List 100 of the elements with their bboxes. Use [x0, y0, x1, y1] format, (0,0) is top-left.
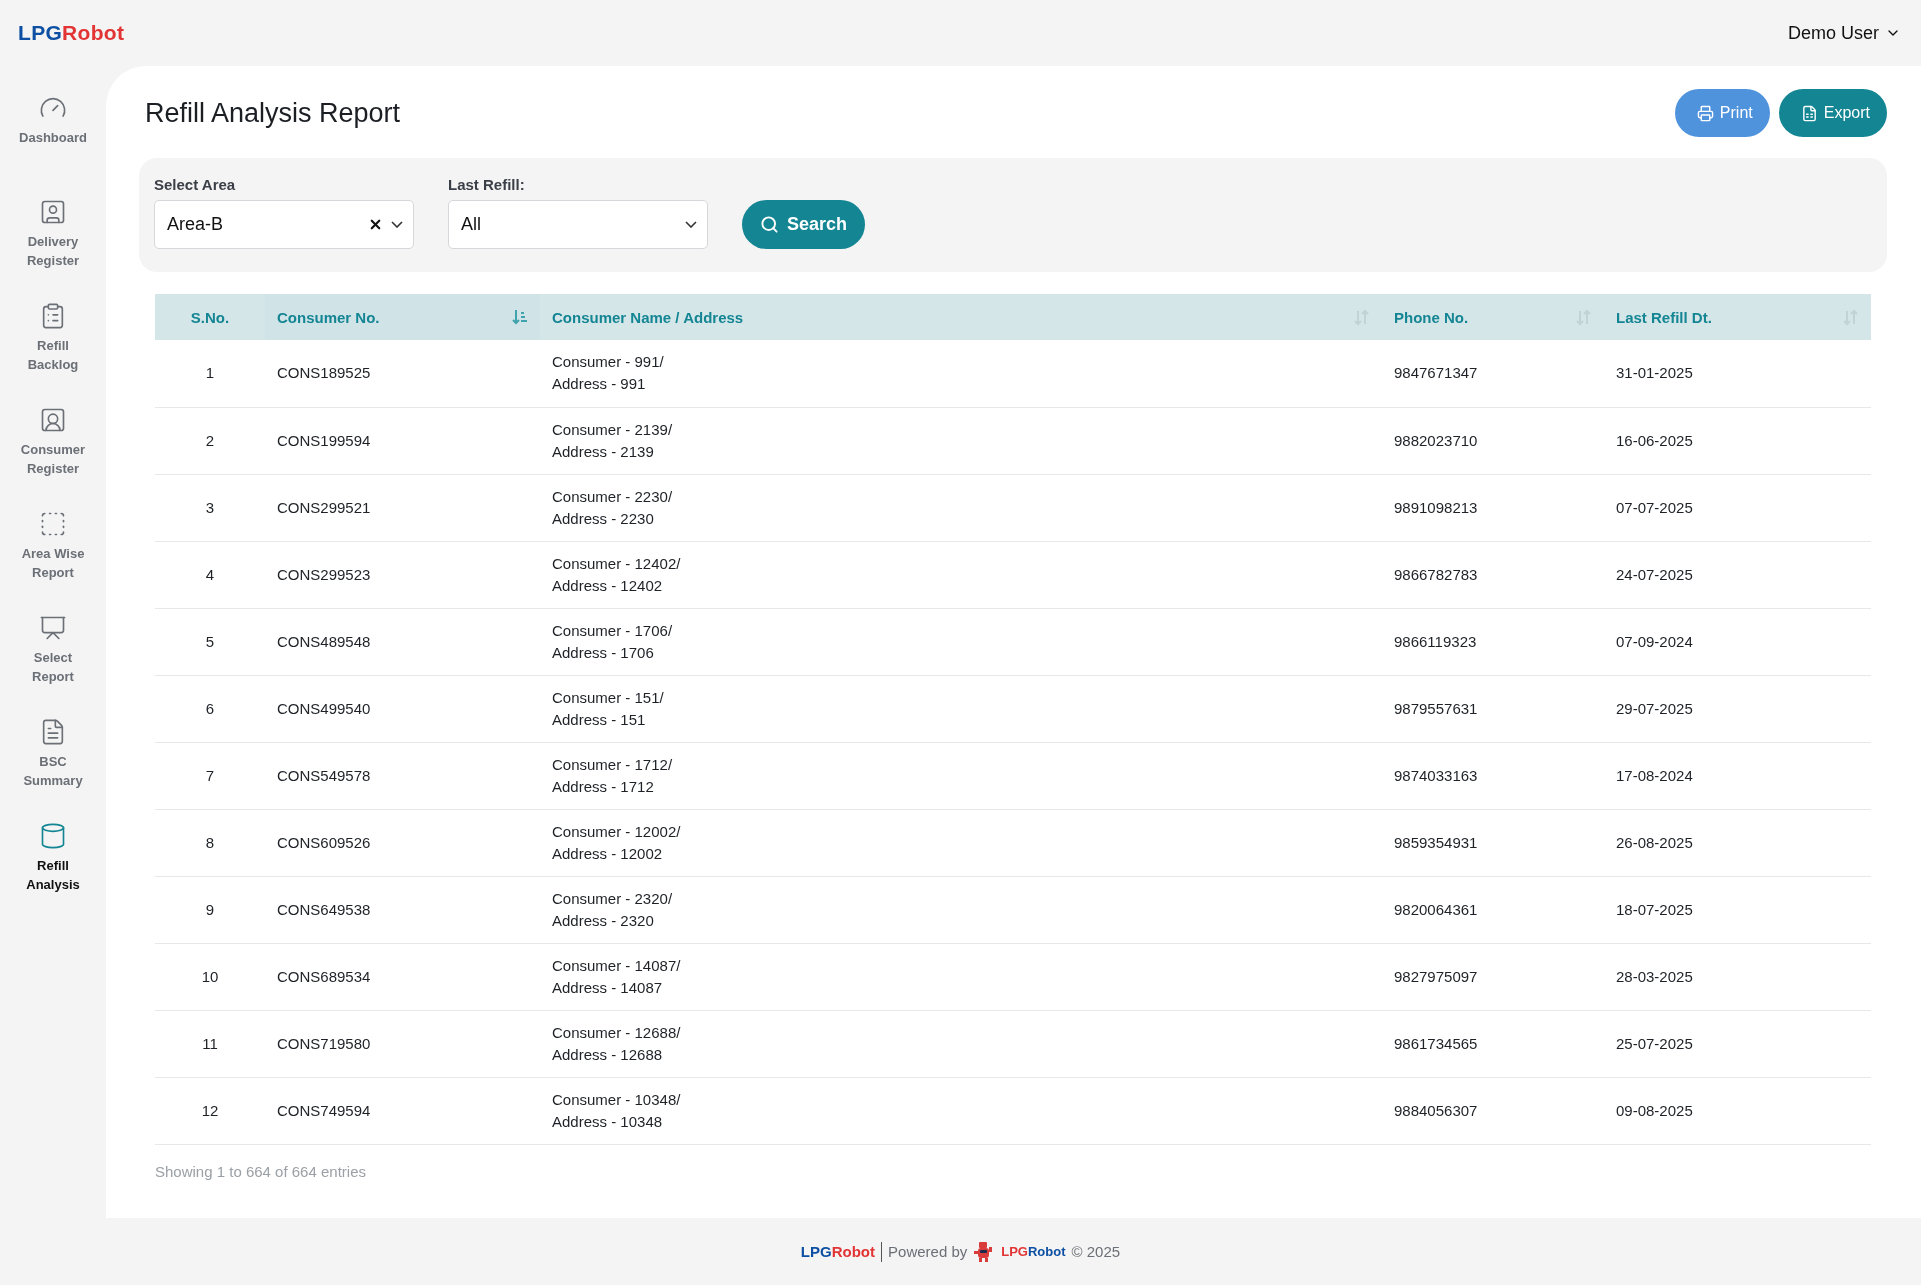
- table-cell: 11: [155, 1010, 265, 1077]
- page-title: Refill Analysis Report: [144, 97, 401, 129]
- table-cell: 1: [155, 340, 265, 407]
- table-cell: CONS489548: [265, 608, 540, 675]
- user-menu[interactable]: Demo User: [1787, 22, 1901, 44]
- table-cell: 9820064361: [1382, 876, 1604, 943]
- table-cell: 09-08-2025: [1604, 1077, 1871, 1144]
- sidebar-item[interactable]: Area Wise Report: [0, 504, 106, 608]
- sidebar-item[interactable]: Select Report: [0, 608, 106, 712]
- table-cell: 25-07-2025: [1604, 1010, 1871, 1077]
- table-cell: 17-08-2024: [1604, 742, 1871, 809]
- table-cell: 31-01-2025: [1604, 340, 1871, 407]
- chevron-down-icon: [685, 221, 697, 228]
- sidebar-item-label: Refill Analysis: [25, 857, 81, 894]
- sort-descending-icon[interactable]: [512, 308, 528, 326]
- consumer-address: Address - 151: [552, 710, 646, 728]
- last-refill-select[interactable]: All: [448, 200, 708, 249]
- powered-by-brand: LPGRobot: [1001, 1244, 1066, 1259]
- table-cell: 9879557631: [1382, 675, 1604, 742]
- app-logo[interactable]: LPGRobot: [18, 21, 125, 45]
- search-button[interactable]: Search: [742, 200, 866, 249]
- field-label: Select Area: [154, 176, 237, 193]
- table-cell: 9859354931: [1382, 809, 1604, 876]
- clear-icon[interactable]: [368, 217, 383, 232]
- table-cell: 9847671347: [1382, 340, 1604, 407]
- table-cell: 28-03-2025: [1604, 943, 1871, 1010]
- table-cell: 9891098213: [1382, 474, 1604, 541]
- consumer-address: Address - 2320: [552, 911, 654, 929]
- consumer-name: Consumer - 12002/: [552, 822, 681, 840]
- sidebar-item-label: Refill Backlog: [26, 337, 80, 374]
- sidebar-item-label: Dashboard: [19, 129, 87, 147]
- table-cell: CONS649538: [265, 876, 540, 943]
- csv-file-icon: [1800, 104, 1818, 122]
- table-cell: 3: [155, 474, 265, 541]
- table-cell: CONS689534: [265, 943, 540, 1010]
- print-button[interactable]: Print: [1674, 89, 1770, 137]
- table-cell: CONS189525: [265, 340, 540, 407]
- consumer-name: Consumer - 2230/: [552, 487, 673, 505]
- consumer-address: Address - 991: [552, 375, 646, 393]
- sidebar-item-label: Consumer Register: [19, 441, 87, 478]
- user-square-icon: [39, 198, 67, 226]
- sidebar-item[interactable]: Refill Analysis: [0, 816, 106, 920]
- consumer-name: Consumer - 2320/: [552, 889, 673, 907]
- chevron-down-icon: [391, 221, 403, 228]
- sidebar-item-label: BSC Summary: [22, 753, 84, 790]
- table-cell: 24-07-2025: [1604, 541, 1871, 608]
- table-cell: 26-08-2025: [1604, 809, 1871, 876]
- consumer-name: Consumer - 14087/: [552, 956, 681, 974]
- consumer-address: Address - 1712: [552, 777, 654, 795]
- column-header[interactable]: Last Refill Dt.: [1604, 294, 1871, 340]
- table-cell: 9: [155, 876, 265, 943]
- consumer-address: Address - 2230: [552, 509, 654, 527]
- table-cell: 2: [155, 407, 265, 474]
- sidebar-item[interactable]: Delivery Register: [0, 192, 106, 296]
- consumer-name: Consumer - 991/: [552, 353, 664, 371]
- table-cell: 5: [155, 608, 265, 675]
- column-header[interactable]: Consumer No.: [265, 294, 540, 340]
- table-cell: 12: [155, 1077, 265, 1144]
- sidebar-item[interactable]: Refill Backlog: [0, 296, 106, 400]
- copyright-text: © 2025: [1071, 1243, 1121, 1260]
- consumer-address: Address - 12688: [552, 1045, 663, 1063]
- table-cell: CONS299521: [265, 474, 540, 541]
- table-cell: 8: [155, 809, 265, 876]
- area-select[interactable]: Area-B: [154, 200, 414, 249]
- sidebar-item-label: Delivery Register: [26, 233, 80, 270]
- table-cell: 07-09-2024: [1604, 608, 1871, 675]
- consumer-name: Consumer - 10348/: [552, 1090, 681, 1108]
- table-info: Showing 1 to 664 of 664 entries: [155, 1162, 367, 1180]
- column-header[interactable]: S.No.: [155, 294, 265, 340]
- sidebar-item[interactable]: BSC Summary: [0, 712, 106, 816]
- table-cell: 9884056307: [1382, 1077, 1604, 1144]
- table-cell: 9866119323: [1382, 608, 1604, 675]
- footer-brand: LPGRobot: [800, 1243, 876, 1260]
- table-cell: 9874033163: [1382, 742, 1604, 809]
- consumer-name: Consumer - 12402/: [552, 554, 681, 572]
- printer-icon: [1696, 104, 1714, 122]
- consumer-address: Address - 10348: [552, 1112, 663, 1130]
- sidebar-item-label: Select Report: [31, 649, 75, 686]
- table-cell: CONS299523: [265, 541, 540, 608]
- table-cell: CONS609526: [265, 809, 540, 876]
- column-header[interactable]: Consumer Name / Address: [540, 294, 1382, 340]
- consumer-address: Address - 12402: [552, 576, 663, 594]
- table-cell: 16-06-2025: [1604, 407, 1871, 474]
- table-cell: 07-07-2025: [1604, 474, 1871, 541]
- presentation-board-icon: [39, 614, 67, 642]
- consumer-address: Address - 1706: [552, 643, 654, 661]
- table-cell: 10: [155, 943, 265, 1010]
- consumer-name: Consumer - 2139/: [552, 420, 673, 438]
- dashed-square-icon: [39, 510, 67, 538]
- consumer-address: Address - 12002: [552, 844, 663, 862]
- consumer-address: Address - 14087: [552, 978, 663, 996]
- sidebar-item[interactable]: Consumer Register: [0, 400, 106, 504]
- column-header[interactable]: Phone No.: [1382, 294, 1604, 340]
- table-cell: 9827975097: [1382, 943, 1604, 1010]
- cylinder-icon: [39, 822, 67, 850]
- sidebar-item[interactable]: Dashboard: [0, 88, 106, 192]
- table-cell: 9866782783: [1382, 541, 1604, 608]
- export-button[interactable]: Export: [1778, 89, 1887, 137]
- consumer-name: Consumer - 1712/: [552, 755, 673, 773]
- table-cell: 4: [155, 541, 265, 608]
